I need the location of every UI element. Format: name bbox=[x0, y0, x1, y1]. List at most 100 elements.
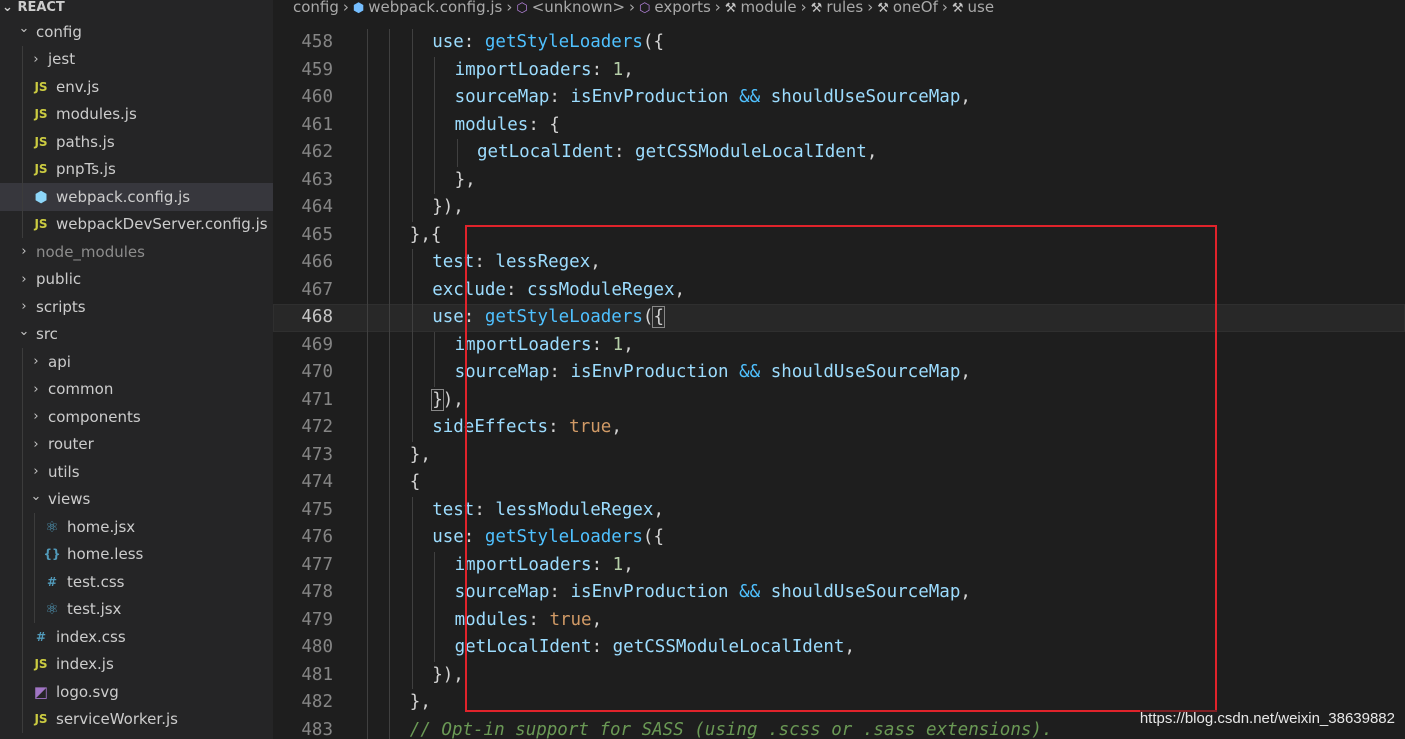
code-line[interactable]: 470 sourceMap: isEnvProduction && shouldU… bbox=[273, 359, 1405, 387]
chevron-right-icon[interactable]: › bbox=[29, 382, 43, 397]
sidebar-item-api[interactable]: › api bbox=[0, 348, 273, 376]
sidebar-item-router[interactable]: › router bbox=[0, 430, 273, 458]
breadcrumb-item[interactable]: <unknown> bbox=[532, 0, 625, 16]
js-file-icon: JS bbox=[34, 657, 48, 672]
code-token-punc: ( bbox=[642, 307, 654, 327]
code-editor[interactable]: config › ⬢ webpack.config.js › ⬡ <unknown> › ⬡ ex… bbox=[273, 0, 1405, 739]
chevron-right-icon[interactable]: › bbox=[17, 272, 31, 287]
code-line[interactable]: 465},{ bbox=[273, 221, 1405, 250]
indent-guide bbox=[389, 29, 391, 57]
sidebar-item-modules-js[interactable]: JS modules.js bbox=[0, 100, 273, 128]
code-line[interactable]: 479 modules: true, bbox=[273, 606, 1405, 634]
indent-guide bbox=[389, 56, 391, 84]
code-line[interactable]: 471}), bbox=[273, 386, 1405, 414]
code-token-prop: use bbox=[432, 32, 464, 52]
sidebar-item-logo-svg[interactable]: ◩ logo.svg bbox=[0, 678, 273, 706]
code-line[interactable]: 477 importLoaders: 1, bbox=[273, 551, 1405, 579]
code-text: importLoaders: 1, bbox=[455, 332, 634, 360]
code-line[interactable]: 463}, bbox=[273, 166, 1405, 194]
code-line[interactable]: 462 getLocalIdent: getCSSModuleLocalIdent… bbox=[273, 139, 1405, 167]
sidebar-item-common[interactable]: › common bbox=[0, 375, 273, 403]
sidebar-item-jest[interactable]: › jest bbox=[0, 45, 273, 73]
explorer-section-header[interactable]: ⌄ REACT bbox=[0, 0, 273, 18]
sidebar-item-label: views bbox=[48, 490, 91, 509]
indent-guide bbox=[411, 166, 413, 194]
line-number: 468 bbox=[301, 307, 333, 327]
breadcrumb-item[interactable]: webpack.config.js bbox=[368, 0, 502, 16]
code-line[interactable]: 481}), bbox=[273, 661, 1405, 689]
indent-guide bbox=[367, 249, 368, 277]
indent-guide bbox=[411, 661, 413, 689]
code-text: },{ bbox=[410, 222, 442, 250]
chevron-right-icon[interactable]: › bbox=[29, 52, 43, 67]
code-line[interactable]: 464}), bbox=[273, 194, 1405, 222]
code-token-op: && bbox=[728, 87, 771, 107]
chevron-right-icon[interactable]: › bbox=[29, 437, 43, 452]
breadcrumb-item[interactable]: rules bbox=[826, 0, 863, 16]
code-token-prop: sourceMap bbox=[454, 87, 550, 107]
sidebar-item-test-jsx[interactable]: ⚛ test.jsx bbox=[0, 595, 273, 623]
sidebar-item-pnpts-js[interactable]: JS pnpTs.js bbox=[0, 155, 273, 183]
indent-guide bbox=[411, 84, 413, 112]
breadcrumb-item[interactable]: module bbox=[740, 0, 796, 16]
code-token-punc: , bbox=[590, 252, 601, 272]
code-line[interactable]: 466 test: lessRegex, bbox=[273, 249, 1405, 277]
sidebar-item-serviceworker-js[interactable]: JS serviceWorker.js bbox=[0, 705, 273, 733]
code-line[interactable]: 472 sideEffects: true, bbox=[273, 414, 1405, 442]
code-line[interactable]: 478 sourceMap: isEnvProduction && shouldU… bbox=[273, 579, 1405, 607]
sidebar-item-components[interactable]: › components bbox=[0, 403, 273, 431]
sidebar-item-config[interactable]: ⌄ config bbox=[0, 18, 273, 46]
code-line[interactable]: 458 use: getStyleLoaders({ bbox=[273, 29, 1405, 57]
sidebar-item-views[interactable]: ⌄ views bbox=[0, 485, 273, 513]
code-lines[interactable]: 458 use: getStyleLoaders({459 importLoader… bbox=[273, 29, 1405, 739]
sidebar-item-src[interactable]: ⌄ src bbox=[0, 321, 273, 349]
chevron-right-icon[interactable]: › bbox=[17, 299, 31, 314]
sidebar-item-home-jsx[interactable]: ⚛ home.jsx bbox=[0, 513, 273, 541]
chevron-down-icon[interactable]: ⌄ bbox=[29, 489, 43, 504]
sidebar-item-node-modules[interactable]: › node_modules bbox=[0, 238, 273, 266]
code-line[interactable]: 475 test: lessModuleRegex, bbox=[273, 496, 1405, 524]
code-line[interactable]: 461 modules: { bbox=[273, 111, 1405, 139]
code-token-punc: }, bbox=[454, 169, 476, 190]
line-number: 466 bbox=[301, 252, 333, 272]
sidebar-item-env-js[interactable]: JS env.js bbox=[0, 73, 273, 101]
sidebar-item-utils[interactable]: › utils bbox=[0, 458, 273, 486]
line-number: 460 bbox=[301, 87, 333, 107]
chevron-down-icon[interactable]: ⌄ bbox=[17, 324, 31, 339]
indent-guide bbox=[411, 414, 413, 442]
code-line[interactable]: 469 importLoaders: 1, bbox=[273, 331, 1405, 360]
code-line[interactable]: 467 exclude: cssModuleRegex, bbox=[273, 276, 1405, 304]
sidebar-item-public[interactable]: › public bbox=[0, 266, 273, 294]
chevron-right-icon[interactable]: › bbox=[29, 354, 43, 369]
code-line[interactable]: 476 use: getStyleLoaders({ bbox=[273, 524, 1405, 552]
chevron-right-icon[interactable]: › bbox=[29, 464, 43, 479]
code-line[interactable]: 480 getLocalIdent: getCSSModuleLocalIdent… bbox=[273, 634, 1405, 662]
code-token-punc: : bbox=[549, 362, 571, 382]
chevron-right-icon[interactable]: › bbox=[29, 409, 43, 424]
indent-guide bbox=[367, 606, 368, 634]
sidebar-item-home-less[interactable]: {} home.less bbox=[0, 540, 273, 568]
tree-indent-guide bbox=[34, 513, 35, 541]
sidebar-item-scripts[interactable]: › scripts bbox=[0, 293, 273, 321]
sidebar-item-webpackdevserver-config-js[interactable]: JS webpackDevServer.config.js bbox=[0, 210, 273, 238]
chevron-down-icon[interactable]: ⌄ bbox=[17, 21, 31, 36]
breadcrumb-item[interactable]: config bbox=[293, 0, 339, 16]
code-line[interactable]: 468 use: getStyleLoaders({ bbox=[273, 304, 1405, 332]
sidebar-item-paths-js[interactable]: JS paths.js bbox=[0, 128, 273, 156]
sidebar-item-label: config bbox=[36, 22, 82, 41]
code-line[interactable]: 473}, bbox=[273, 441, 1405, 469]
sidebar-item-index-js[interactable]: JS index.js bbox=[0, 650, 273, 678]
sidebar-item-label: index.js bbox=[56, 655, 114, 674]
breadcrumb-item[interactable]: use bbox=[968, 0, 995, 16]
sidebar-item-test-css[interactable]: # test.css bbox=[0, 568, 273, 596]
sidebar-item-webpack-config-js[interactable]: ⬢ webpack.config.js bbox=[0, 183, 273, 211]
indent-guide bbox=[389, 139, 391, 167]
breadcrumb-item[interactable]: oneOf bbox=[893, 0, 938, 16]
sidebar-item-index-css[interactable]: # index.css bbox=[0, 623, 273, 651]
line-number: 471 bbox=[301, 389, 333, 410]
code-line[interactable]: 474 { bbox=[273, 469, 1405, 497]
code-line[interactable]: 459 importLoaders: 1, bbox=[273, 56, 1405, 84]
breadcrumb-item[interactable]: exports bbox=[654, 0, 710, 16]
code-line[interactable]: 460 sourceMap: isEnvProduction && shouldU… bbox=[273, 84, 1405, 112]
chevron-right-icon[interactable]: › bbox=[17, 244, 31, 259]
